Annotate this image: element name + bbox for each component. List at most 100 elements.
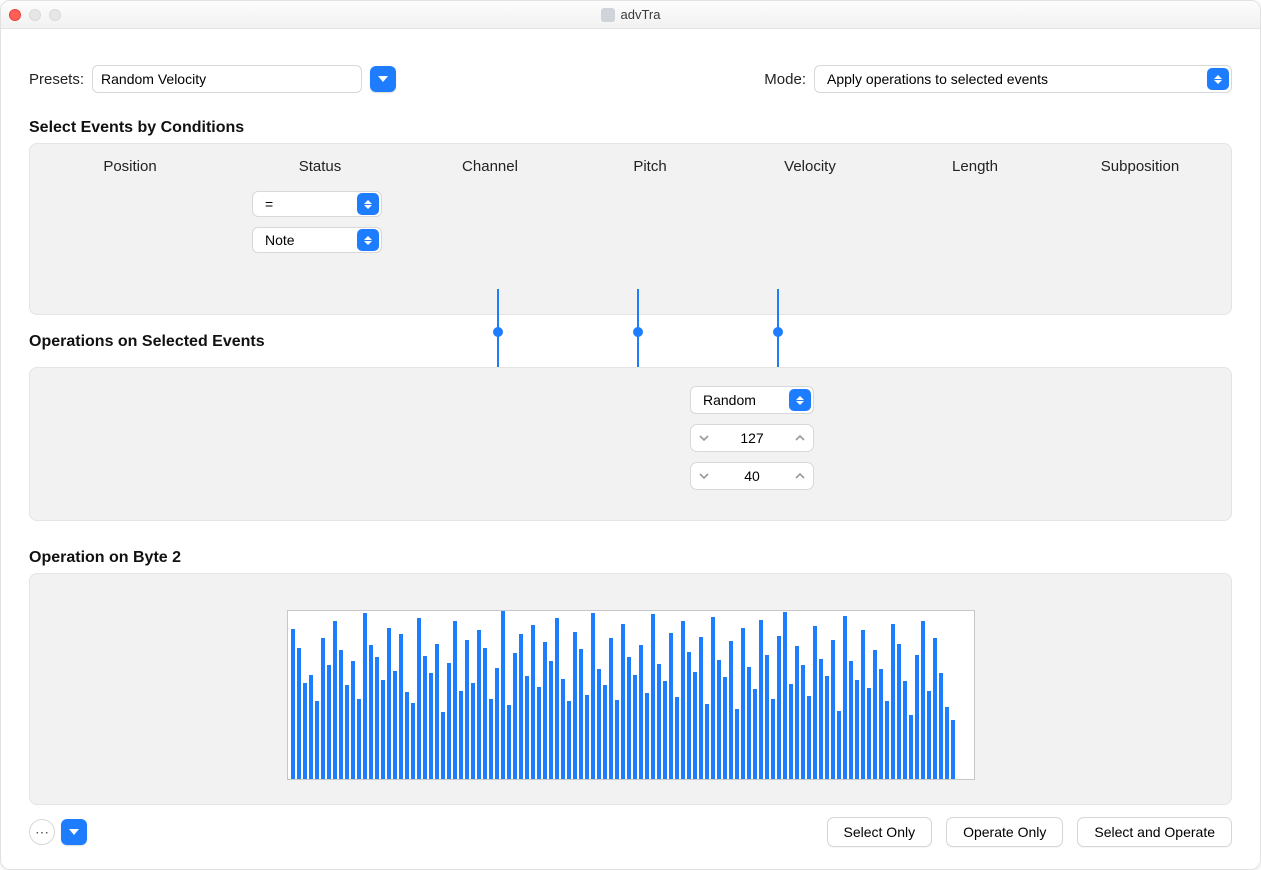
chart-bar (735, 709, 739, 779)
chart-bar (411, 703, 415, 779)
chevron-up-icon[interactable] (787, 470, 813, 482)
column-splitter-handle[interactable] (777, 289, 779, 375)
byte2-chart[interactable] (287, 610, 975, 780)
column-splitter-handle[interactable] (497, 289, 499, 375)
chart-bar (759, 620, 763, 779)
chart-bar (597, 669, 601, 779)
velocity-min-value: 40 (717, 468, 787, 484)
chart-bar (891, 624, 895, 779)
chart-bar (459, 691, 463, 779)
document-proxy-icon (601, 8, 615, 22)
chart-bar (561, 679, 565, 779)
chart-bar (525, 676, 529, 779)
byte2-panel (29, 573, 1232, 805)
column-splitter-handle[interactable] (637, 289, 639, 375)
chart-bar (363, 613, 367, 779)
velocity-max-stepper[interactable]: 127 (690, 424, 814, 452)
chart-bar (435, 644, 439, 779)
select-and-operate-label: Select and Operate (1094, 824, 1215, 840)
chart-bar (441, 712, 445, 779)
chart-bar (501, 610, 505, 779)
chart-bar (369, 645, 373, 779)
chart-bar (489, 699, 493, 779)
chart-bar (585, 695, 589, 779)
chart-bar (849, 661, 853, 779)
byte2-section-title: Operation on Byte 2 (29, 549, 1232, 567)
chart-bar (351, 661, 355, 779)
chart-bar (699, 637, 703, 779)
velocity-max-value: 127 (717, 430, 787, 446)
conditions-section-title: Select Events by Conditions (29, 119, 1232, 137)
chart-bar (723, 677, 727, 779)
operations-panel: Random 127 40 (29, 367, 1232, 521)
velocity-operation-group: Random 127 40 (690, 386, 814, 490)
chevron-down-icon[interactable] (691, 470, 717, 482)
status-type-select[interactable]: Note (252, 227, 382, 253)
chart-bar (651, 614, 655, 779)
traffic-lights (9, 9, 61, 21)
window-title-group: advTra (1, 7, 1260, 22)
col-channel: Channel (410, 152, 570, 181)
minimize-window-button[interactable] (29, 9, 41, 21)
chart-bar (357, 699, 361, 779)
operate-only-button[interactable]: Operate Only (946, 817, 1063, 847)
chart-bar (663, 681, 667, 779)
chart-bar (639, 645, 643, 779)
zoom-window-button[interactable] (49, 9, 61, 21)
chart-bar (939, 673, 943, 779)
close-window-button[interactable] (9, 9, 21, 21)
chart-bar (495, 668, 499, 779)
select-only-label: Select Only (844, 824, 916, 840)
chart-bar (555, 618, 559, 779)
chart-bar (333, 621, 337, 779)
chart-bar (405, 692, 409, 779)
chart-bar (453, 621, 457, 779)
chart-bar (669, 633, 673, 779)
col-pitch: Pitch (570, 152, 730, 181)
more-options-button[interactable]: ⋯ (29, 819, 55, 845)
preset-name-field[interactable]: Random Velocity (92, 65, 362, 93)
status-condition-cell: = Note (230, 181, 410, 253)
up-down-caret-icon (357, 193, 379, 215)
footer-menu-button[interactable] (61, 819, 87, 845)
status-operator-value: = (261, 196, 277, 212)
mode-select[interactable]: Apply operations to selected events (814, 65, 1232, 93)
select-and-operate-button[interactable]: Select and Operate (1077, 817, 1232, 847)
chart-bar (345, 685, 349, 779)
velocity-min-stepper[interactable]: 40 (690, 462, 814, 490)
chart-bar (711, 617, 715, 779)
col-length: Length (890, 152, 1060, 181)
chevron-up-icon[interactable] (787, 432, 813, 444)
chart-bar (291, 629, 295, 779)
chevron-down-icon[interactable] (691, 432, 717, 444)
chart-bar (921, 621, 925, 779)
chart-bar (375, 657, 379, 779)
chart-bar (885, 701, 889, 779)
status-operator-select[interactable]: = (252, 191, 382, 217)
chart-bar (543, 642, 547, 779)
select-only-button[interactable]: Select Only (827, 817, 933, 847)
chart-bar (513, 653, 517, 779)
chart-bar (831, 640, 835, 779)
mode-label: Mode: (764, 71, 806, 88)
chart-bar (447, 663, 451, 779)
chart-bar (321, 638, 325, 779)
preset-menu-button[interactable] (370, 66, 396, 92)
split-divider-row: Operations on Selected Events (29, 315, 1232, 367)
chart-bar (393, 671, 397, 779)
chart-bar (825, 676, 829, 779)
chart-bar (915, 655, 919, 779)
operations-section-title: Operations on Selected Events (29, 333, 265, 351)
chart-bar (741, 628, 745, 779)
chart-bar (687, 652, 691, 779)
chart-bar (297, 648, 301, 779)
chart-bar (315, 701, 319, 779)
operate-only-label: Operate Only (963, 824, 1046, 840)
chart-bar (813, 626, 817, 779)
velocity-mode-select[interactable]: Random (690, 386, 814, 414)
chart-bar (777, 636, 781, 779)
chart-bar (681, 621, 685, 779)
chart-bar (867, 688, 871, 779)
chart-bar (339, 650, 343, 779)
conditions-panel: Position Status Channel Pitch Velocity L… (29, 143, 1232, 315)
